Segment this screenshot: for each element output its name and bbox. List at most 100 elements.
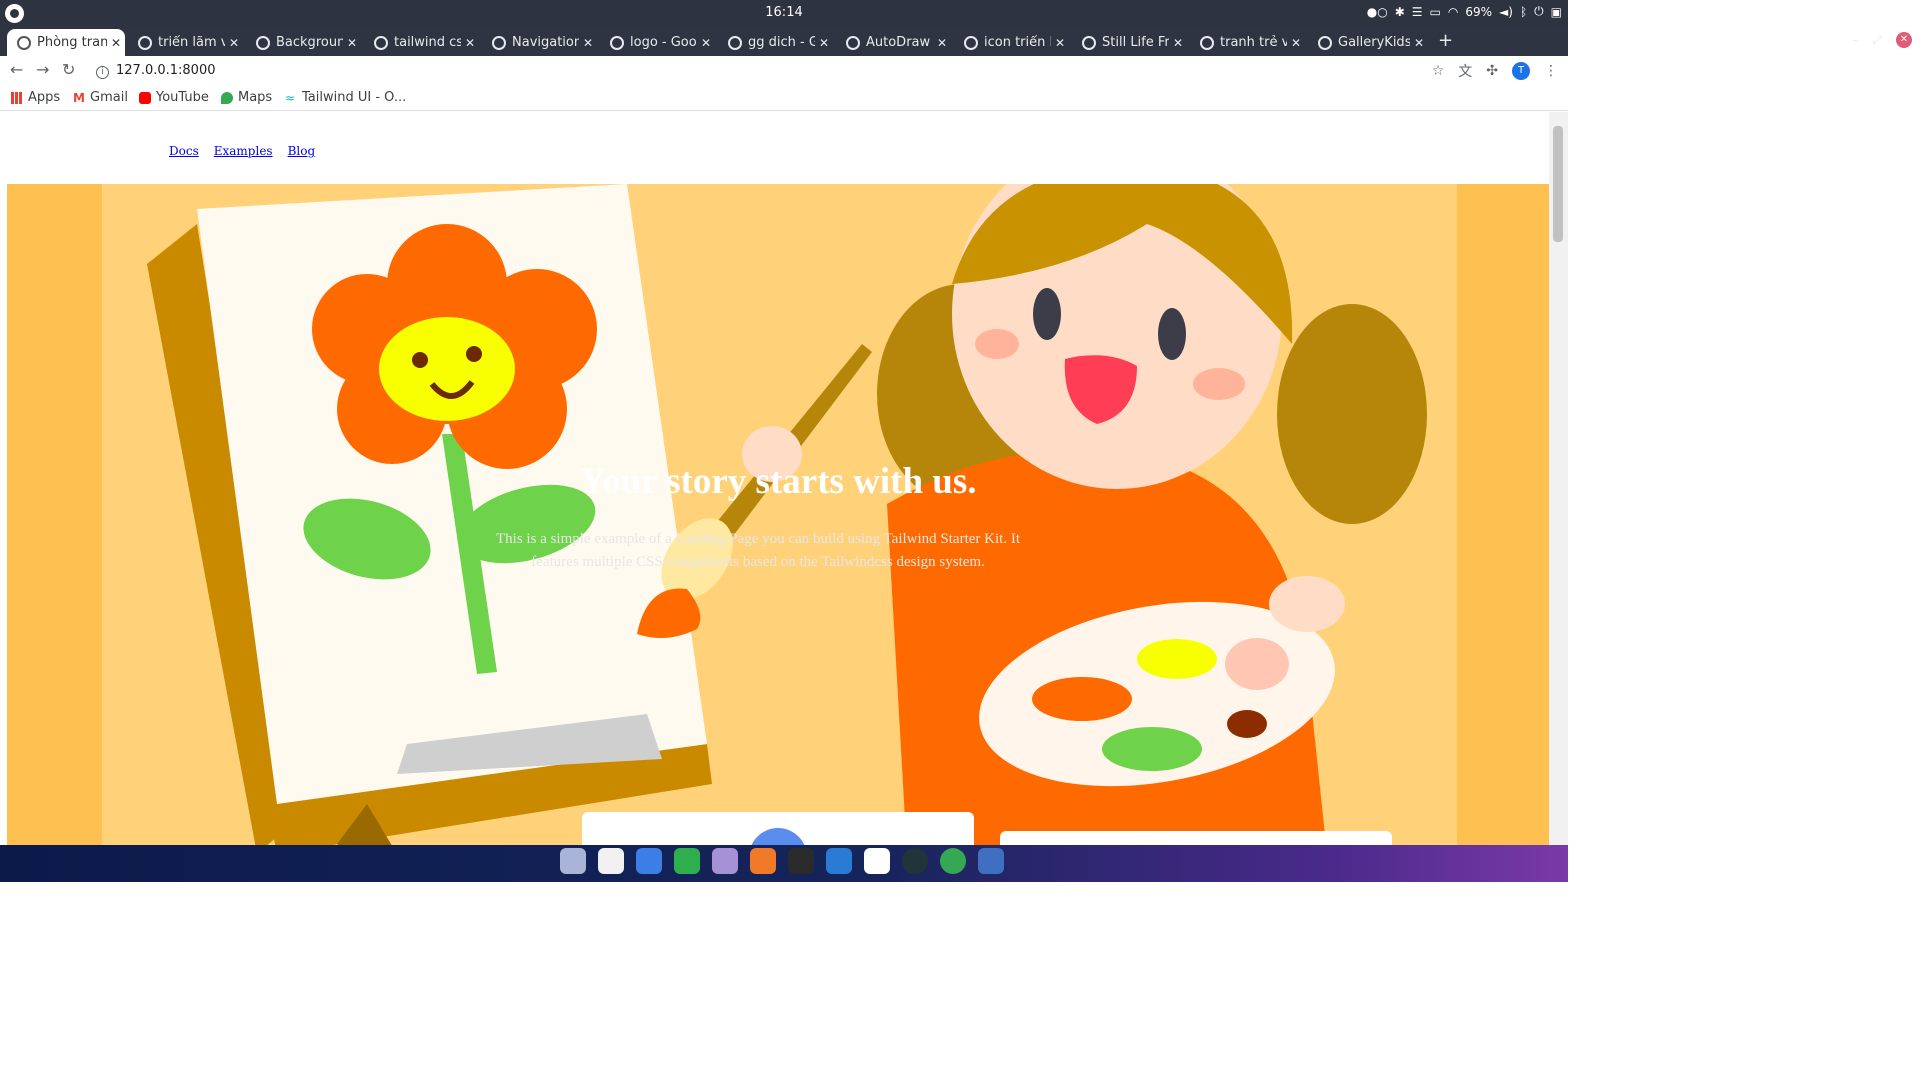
google-favicon-icon xyxy=(138,35,152,50)
profile-avatar[interactable]: T xyxy=(1512,62,1530,80)
feature-card xyxy=(1000,831,1392,845)
tab[interactable]: Still Life Fra✕ xyxy=(1072,29,1187,56)
chrome-icon[interactable] xyxy=(940,848,966,874)
tab[interactable]: Navigation ✕ xyxy=(482,29,597,56)
maps-pin-icon xyxy=(221,91,233,104)
tab-close-icon[interactable]: ✕ xyxy=(697,36,715,50)
system-tray: ●○ ✱ ☰ ▭ ◠ 69% ◄) ᛒ ⏻ ▣ xyxy=(1367,4,1562,19)
bluetooth-icon[interactable]: ᛒ xyxy=(1520,5,1527,19)
nav-link-blog[interactable]: Blog xyxy=(288,144,316,158)
tab-close-icon[interactable]: ✕ xyxy=(815,36,833,50)
anchor-app-icon[interactable] xyxy=(978,848,1004,874)
new-tab-button[interactable]: + xyxy=(1438,30,1453,51)
tab-favicon-icon xyxy=(17,35,31,50)
nav-link-docs[interactable]: Docs xyxy=(169,144,199,158)
tab[interactable]: logo - Goog✕ xyxy=(600,29,715,56)
page-viewport: Docs Examples Blog Your story starts wit… xyxy=(0,112,1568,845)
gitkraken-icon[interactable] xyxy=(902,848,928,874)
tab[interactable]: tranh trẻ vẽ✕ xyxy=(1190,29,1305,56)
wifi-icon[interactable]: ◠ xyxy=(1448,5,1458,19)
tab-close-icon[interactable]: ✕ xyxy=(933,36,951,50)
bookmarks-bar: Apps M Gmail YouTube Maps ≈ Tailwind UI - … xyxy=(0,85,1568,111)
url-text[interactable]: 127.0.0.1:8000 xyxy=(116,63,216,78)
terminal-icon[interactable] xyxy=(788,848,814,874)
toolbar-actions: ☆ 文 ✣ T ⋮ xyxy=(1432,61,1558,81)
tab-close-icon[interactable]: ✕ xyxy=(1169,36,1187,50)
autodraw-favicon-icon xyxy=(846,35,860,50)
notification-icon[interactable]: ▣ xyxy=(1551,5,1562,19)
bookmark-youtube[interactable]: YouTube xyxy=(139,90,209,105)
hero-section: Your story starts with us. This is a sim… xyxy=(7,184,1549,845)
menu-icon[interactable]: ☰ xyxy=(1412,5,1423,19)
stack-favicon-icon xyxy=(1082,35,1096,50)
music-app-icon[interactable] xyxy=(598,848,624,874)
nav-link-examples[interactable]: Examples xyxy=(214,144,273,158)
tab-strip: Phòng tranh✕ triển lãm vẽ✕ Background✕ t… xyxy=(0,27,1568,56)
tab-close-icon[interactable]: ✕ xyxy=(1410,36,1428,50)
site-nav: Docs Examples Blog xyxy=(169,144,315,158)
app-launcher-icon[interactable] xyxy=(560,848,586,874)
scrollbar-thumb[interactable] xyxy=(1553,126,1563,242)
tab-close-icon[interactable]: ✕ xyxy=(225,36,243,50)
google-favicon-icon xyxy=(374,35,388,50)
menu-kebab-icon[interactable]: ⋮ xyxy=(1544,63,1558,79)
apps-grid-icon xyxy=(11,91,23,104)
google-favicon-icon xyxy=(728,35,742,50)
os-dock xyxy=(0,845,1568,882)
forward-icon[interactable]: → xyxy=(36,60,49,79)
close-window-icon[interactable]: ✕ xyxy=(1896,32,1912,48)
text-editor-icon[interactable] xyxy=(636,848,662,874)
firefox-icon[interactable] xyxy=(750,848,776,874)
tab[interactable]: icon triển lã✕ xyxy=(954,29,1069,56)
gallerykids-favicon-icon xyxy=(1318,35,1332,50)
tab-close-icon[interactable]: ✕ xyxy=(107,36,125,50)
minimize-icon[interactable]: – xyxy=(1852,33,1858,47)
youtube-icon xyxy=(139,91,151,104)
hero-title: Your story starts with us. xyxy=(579,461,977,502)
folder-icon[interactable]: ▭ xyxy=(1430,5,1441,19)
tab[interactable]: triển lãm vẽ✕ xyxy=(128,29,243,56)
volume-icon[interactable]: ◄) xyxy=(1499,5,1513,19)
tab[interactable]: tailwind css✕ xyxy=(364,29,479,56)
file-manager-icon[interactable] xyxy=(712,848,738,874)
google-favicon-icon xyxy=(1200,35,1214,50)
clock[interactable]: 16:14 xyxy=(0,5,1568,20)
maximize-icon[interactable]: ⤢ xyxy=(1872,33,1882,48)
translate-icon[interactable]: 文 xyxy=(1458,61,1472,81)
bookmark-tailwind-ui[interactable]: ≈ Tailwind UI - O... xyxy=(285,90,406,105)
gmail-icon: M xyxy=(73,90,85,105)
feature-card xyxy=(582,812,974,845)
slack-tray-icon[interactable]: ✱ xyxy=(1395,5,1405,19)
back-icon[interactable]: ← xyxy=(10,60,23,79)
page-scrollbar[interactable] xyxy=(1549,112,1568,845)
tab-phong-tranh[interactable]: Phòng tranh✕ xyxy=(7,29,125,56)
bookmark-apps[interactable]: Apps xyxy=(11,90,60,105)
tab-close-icon[interactable]: ✕ xyxy=(343,36,361,50)
hero-illustration xyxy=(102,184,1457,845)
reload-icon[interactable]: ↻ xyxy=(62,60,75,79)
tab[interactable]: gg dich - Gi✕ xyxy=(718,29,833,56)
tab-close-icon[interactable]: ✕ xyxy=(1287,36,1305,50)
spreadsheet-app-icon[interactable] xyxy=(674,848,700,874)
address-bar[interactable]: i 127.0.0.1:8000 xyxy=(96,63,216,79)
site-info-icon[interactable]: i xyxy=(96,66,109,79)
tab[interactable]: Background✕ xyxy=(246,29,361,56)
slack-icon[interactable] xyxy=(864,848,890,874)
tab[interactable]: AutoDraw ✕ xyxy=(836,29,951,56)
tab-close-icon[interactable]: ✕ xyxy=(1051,36,1069,50)
extensions-icon[interactable]: ✣ xyxy=(1486,63,1498,79)
google-favicon-icon xyxy=(610,35,624,50)
tab-close-icon[interactable]: ✕ xyxy=(461,36,479,50)
bookmark-maps[interactable]: Maps xyxy=(221,90,272,105)
bookmark-star-icon[interactable]: ☆ xyxy=(1432,63,1445,79)
vscode-icon[interactable] xyxy=(826,848,852,874)
battery-percent[interactable]: 69% xyxy=(1465,5,1492,19)
record-indicator-icon[interactable]: ●○ xyxy=(1367,5,1388,19)
tailwind-favicon-icon xyxy=(256,35,270,50)
tab-close-icon[interactable]: ✕ xyxy=(579,36,597,50)
bookmark-gmail[interactable]: M Gmail xyxy=(73,90,128,105)
hero-description: This is a simple example of a Landing Pa… xyxy=(496,531,1020,570)
tab[interactable]: GalleryKids ✕ xyxy=(1308,29,1428,56)
power-icon[interactable]: ⏻ xyxy=(1534,4,1544,19)
window-controls: – ⤢ ✕ xyxy=(1852,32,1912,48)
